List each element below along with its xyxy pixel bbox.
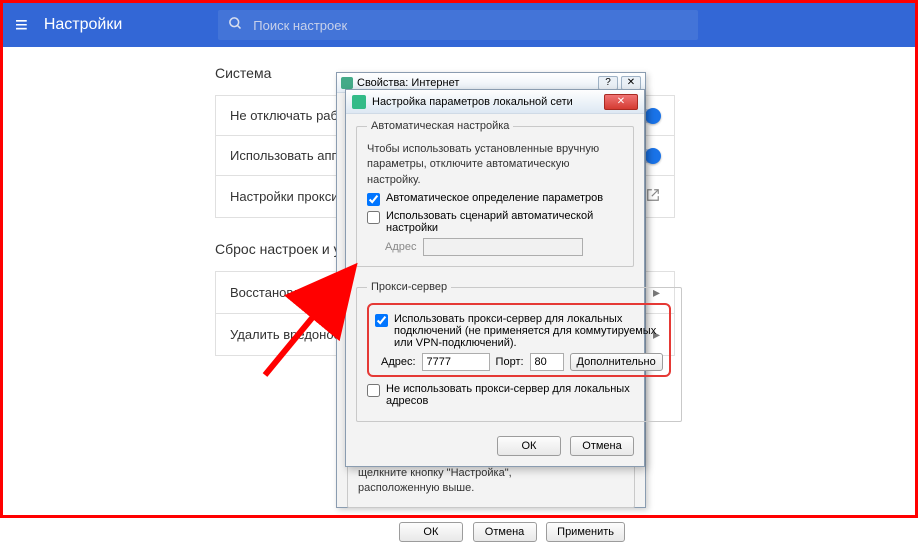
help-button[interactable]: ?	[598, 76, 618, 90]
close-icon[interactable]: ✕	[604, 94, 638, 110]
window-icon	[341, 77, 353, 89]
row-label: Восстановление на	[230, 285, 347, 300]
auto-note: Чтобы использовать установленные вручную…	[367, 142, 623, 188]
fieldset-legend: Прокси-сервер	[367, 281, 451, 293]
use-script-row[interactable]: Использовать сценарий автоматической нас…	[367, 210, 623, 234]
close-icon[interactable]: ✕	[621, 76, 641, 90]
autodetect-row[interactable]: Автоматическое определение параметров	[367, 192, 623, 206]
row-label: Не отключать рабо	[230, 108, 345, 123]
open-external-icon	[646, 188, 660, 205]
lan-settings-dialog: Настройка параметров локальной сети ✕ Ав…	[345, 89, 645, 467]
dialog-title: Настройка параметров локальной сети	[372, 96, 573, 108]
window-icon	[352, 95, 366, 109]
auto-config-fieldset: Автоматическая настройка Чтобы использов…	[356, 120, 634, 267]
page-title: Настройки	[44, 16, 122, 34]
row-label: Использовать аппа	[230, 148, 346, 163]
use-proxy-row[interactable]: Использовать прокси-сервер для локальных…	[375, 313, 663, 349]
ok-button[interactable]: ОК	[399, 522, 463, 542]
apply-button[interactable]: Применить	[546, 522, 625, 542]
topbar: ≡ Настройки	[3, 3, 915, 47]
advanced-button[interactable]: Дополнительно	[570, 353, 663, 371]
search-input[interactable]	[253, 18, 688, 33]
menu-icon[interactable]: ≡	[15, 12, 28, 38]
row-label: Удалить вредоносн	[230, 327, 347, 342]
proxy-highlight-box: Использовать прокси-сервер для локальных…	[367, 303, 671, 377]
proxy-address-input[interactable]	[422, 353, 490, 371]
cancel-button[interactable]: Отмена	[473, 522, 537, 542]
titlebar: Настройка параметров локальной сети ✕	[346, 90, 644, 114]
script-address-input	[423, 238, 583, 256]
proxy-port-input[interactable]	[530, 353, 564, 371]
use-script-checkbox[interactable]	[367, 211, 380, 224]
autodetect-checkbox[interactable]	[367, 193, 380, 206]
use-script-label: Использовать сценарий автоматической нас…	[386, 210, 623, 234]
proxy-port-label: Порт:	[496, 356, 524, 368]
cancel-button[interactable]: Отмена	[570, 436, 634, 456]
bypass-local-checkbox[interactable]	[367, 384, 380, 397]
bypass-local-row[interactable]: Не использовать прокси-сервер для локаль…	[367, 383, 671, 407]
fieldset-legend: Автоматическая настройка	[367, 120, 513, 132]
ok-button[interactable]: ОК	[497, 436, 561, 456]
search-icon	[228, 16, 243, 34]
autodetect-label: Автоматическое определение параметров	[386, 192, 603, 204]
bypass-local-label: Не использовать прокси-сервер для локаль…	[386, 383, 671, 407]
use-proxy-checkbox[interactable]	[375, 314, 388, 327]
search-container	[218, 10, 698, 40]
window-title: Свойства: Интернет	[357, 77, 459, 89]
row-label: Настройки прокси-с	[230, 189, 349, 204]
proxy-fieldset: Прокси-сервер Использовать прокси-сервер…	[356, 281, 682, 422]
use-proxy-label: Использовать прокси-сервер для локальных…	[394, 313, 663, 349]
proxy-address-label: Адрес:	[381, 356, 416, 368]
script-address-label: Адрес	[385, 241, 417, 253]
